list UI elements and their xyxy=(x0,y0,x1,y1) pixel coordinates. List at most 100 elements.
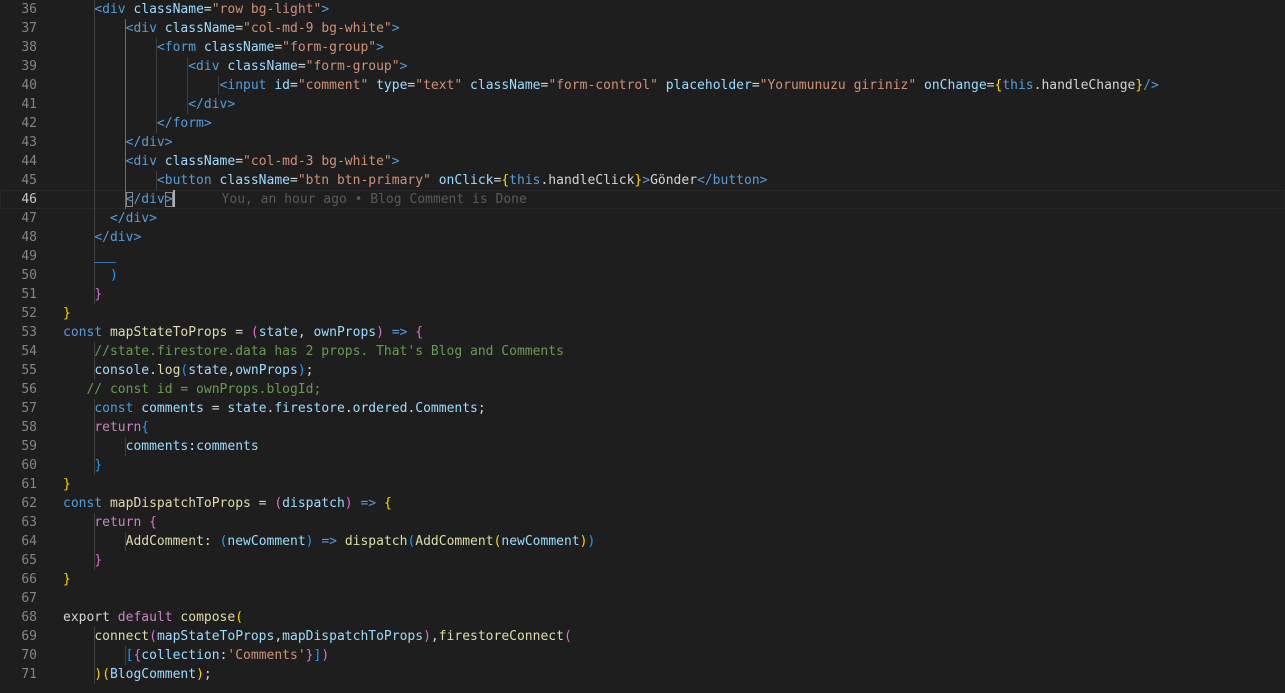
code-text[interactable]: [{collection:'Comments'}]) xyxy=(63,646,330,665)
code-text[interactable]: <form className="form-group"> xyxy=(63,38,384,57)
code-token: , xyxy=(297,325,314,340)
code-line[interactable]: 59 comments:comments xyxy=(0,437,1285,456)
code-text[interactable]: const mapDispatchToProps = (dispatch) =>… xyxy=(63,494,392,513)
code-text[interactable]: <button className="btn btn-primary" onCl… xyxy=(63,171,768,190)
code-text[interactable]: const comments = state.firestore.ordered… xyxy=(63,399,486,418)
code-text[interactable]: )(BlogComment); xyxy=(63,665,212,684)
code-line[interactable]: 36 <div className="row bg-light"> xyxy=(0,0,1285,19)
code-line[interactable]: 52} xyxy=(0,304,1285,323)
code-token: dispatch xyxy=(344,534,408,549)
code-token: <div xyxy=(125,21,165,36)
code-token: ; xyxy=(203,667,212,682)
code-text[interactable]: <div className="row bg-light"> xyxy=(63,0,329,19)
code-token: "row bg-light" xyxy=(211,2,322,17)
code-line[interactable]: 46 </div> You, an hour ago • Blog Commen… xyxy=(0,190,1285,209)
code-line[interactable]: 64 AddComment: (newComment) => dispatch(… xyxy=(0,532,1285,551)
code-text[interactable]: </div> xyxy=(63,95,235,114)
code-line[interactable]: 51 } xyxy=(0,285,1285,304)
code-text[interactable]: </form> xyxy=(63,114,212,133)
code-line[interactable]: 67 xyxy=(0,589,1285,608)
code-line[interactable]: 57 const comments = state.firestore.orde… xyxy=(0,399,1285,418)
code-text[interactable]: console.log(state,ownProps); xyxy=(63,361,313,380)
code-line[interactable]: 69 connect(mapStateToProps,mapDispatchTo… xyxy=(0,627,1285,646)
code-token: 'Comments' xyxy=(227,648,306,663)
code-text[interactable]: } xyxy=(63,570,71,589)
code-text[interactable]: export default compose( xyxy=(63,608,243,627)
code-text[interactable]: } xyxy=(63,551,102,570)
code-text[interactable]: connect(mapStateToProps,mapDispatchToPro… xyxy=(63,627,571,646)
bracket-match-marker xyxy=(94,262,116,263)
code-line[interactable]: 55 console.log(state,ownProps); xyxy=(0,361,1285,380)
line-number: 44 xyxy=(21,154,37,169)
code-line[interactable]: 49 xyxy=(0,247,1285,266)
code-line[interactable]: 47 </div> xyxy=(0,209,1285,228)
code-text[interactable]: </div> xyxy=(63,228,141,247)
code-line[interactable]: 68 export default compose( xyxy=(0,608,1285,627)
code-text[interactable]: ) xyxy=(63,266,118,285)
code-text[interactable]: const mapStateToProps = (state, ownProps… xyxy=(63,323,423,342)
code-text[interactable]: AddComment: (newComment) => dispatch(Add… xyxy=(63,532,596,551)
code-line[interactable]: 58 return{ xyxy=(0,418,1285,437)
code-line[interactable]: 62 const mapDispatchToProps = (dispatch) … xyxy=(0,494,1285,513)
code-editor[interactable]: 36 <div className="row bg-light"> 37 <div… xyxy=(0,0,1285,693)
code-text[interactable]: } xyxy=(63,285,102,304)
code-token: ordered xyxy=(352,401,408,416)
line-number: 39 xyxy=(21,59,37,74)
code-lines[interactable]: 36 <div className="row bg-light"> 37 <div… xyxy=(0,0,1285,684)
code-token: newComment xyxy=(501,534,580,549)
code-token: : xyxy=(188,439,197,454)
code-token: <div xyxy=(188,59,228,74)
code-line[interactable]: 66} xyxy=(0,570,1285,589)
code-line[interactable]: 53 const mapStateToProps = (state, ownPro… xyxy=(0,323,1285,342)
code-text[interactable]: <div className="col-md-9 bg-white"> xyxy=(63,19,400,38)
code-text[interactable]: // const id = ownProps.blogId; xyxy=(63,380,321,399)
code-token: firestoreConnect xyxy=(438,629,564,644)
code-text[interactable]: <input id="comment" type="text" classNam… xyxy=(63,76,1159,95)
code-text[interactable]: </div> You, an hour ago • Blog Comment i… xyxy=(63,190,527,209)
code-line[interactable]: 41 </div> xyxy=(0,95,1285,114)
code-token: connect xyxy=(94,629,150,644)
code-line[interactable]: 39 <div className="form-group"> xyxy=(0,57,1285,76)
code-token: ; xyxy=(477,401,486,416)
code-line[interactable]: 48 </div> xyxy=(0,228,1285,247)
code-token: className xyxy=(219,173,290,188)
code-line[interactable]: 43 </div> xyxy=(0,133,1285,152)
code-text[interactable]: } xyxy=(63,456,102,475)
code-token: > xyxy=(321,2,330,17)
code-text[interactable]: </div> xyxy=(63,209,157,228)
code-line[interactable]: 70 [{collection:'Comments'}]) xyxy=(0,646,1285,665)
code-line[interactable]: 65 } xyxy=(0,551,1285,570)
code-line[interactable]: 42 </form> xyxy=(0,114,1285,133)
code-token: const xyxy=(63,496,110,511)
line-number: 70 xyxy=(21,648,37,663)
code-text[interactable]: } xyxy=(63,304,71,323)
line-number: 60 xyxy=(21,458,37,473)
code-token: ) xyxy=(376,325,384,340)
code-token: { xyxy=(141,420,150,435)
code-line[interactable]: 61} xyxy=(0,475,1285,494)
code-text[interactable]: //state.firestore.data has 2 props. That… xyxy=(63,342,564,361)
code-token: ownProps xyxy=(235,363,298,378)
code-line[interactable]: 44 <div className="col-md-3 bg-white"> xyxy=(0,152,1285,171)
code-line[interactable]: 38 <form className="form-group"> xyxy=(0,38,1285,57)
code-token: > xyxy=(391,21,400,36)
code-text[interactable]: return{ xyxy=(63,418,149,437)
code-line[interactable]: 45 <button className="btn btn-primary" o… xyxy=(0,171,1285,190)
code-line[interactable]: 37 <div className="col-md-9 bg-white"> xyxy=(0,19,1285,38)
code-token: } xyxy=(305,648,314,663)
code-line[interactable]: 40 <input id="comment" type="text" class… xyxy=(0,76,1285,95)
code-line[interactable]: 60 } xyxy=(0,456,1285,475)
code-text[interactable]: <div className="form-group"> xyxy=(63,57,407,76)
code-text[interactable]: } xyxy=(63,475,71,494)
code-text[interactable]: </div> xyxy=(63,133,173,152)
code-line[interactable]: 56 // const id = ownProps.blogId; xyxy=(0,380,1285,399)
code-line[interactable]: 50 ) xyxy=(0,266,1285,285)
code-text[interactable]: comments:comments xyxy=(63,437,259,456)
code-line[interactable]: 54 //state.firestore.data has 2 props. T… xyxy=(0,342,1285,361)
code-line[interactable]: 71 )(BlogComment); xyxy=(0,665,1285,684)
code-token: => xyxy=(352,496,384,511)
code-text[interactable]: <div className="col-md-3 bg-white"> xyxy=(63,152,400,171)
code-line[interactable]: 63 return { xyxy=(0,513,1285,532)
code-text[interactable]: return { xyxy=(63,513,157,532)
